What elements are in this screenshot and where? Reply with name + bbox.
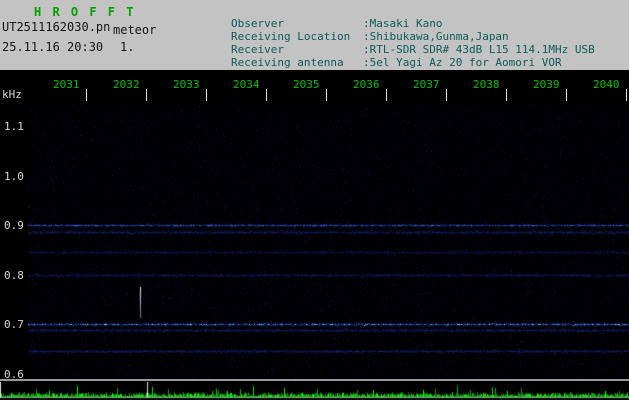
x-tick-label: 2031: [53, 78, 80, 91]
x-tick-mark: [266, 89, 267, 101]
x-tick-mark: [626, 89, 627, 101]
x-tick-label: 2032: [113, 78, 140, 91]
header: H R O F F T UT2511162030.pn meteor 25.11…: [0, 0, 629, 70]
x-tick-label: 2034: [233, 78, 260, 91]
x-tick-label: 2037: [413, 78, 440, 91]
x-tick-label: 2040: [593, 78, 620, 91]
spectrogram-canvas: [28, 103, 629, 379]
app-title: H R O F F T: [34, 5, 136, 19]
x-tick-label: 2038: [473, 78, 500, 91]
y-tick-label: 0.7: [4, 318, 24, 331]
x-tick-label: 2039: [533, 78, 560, 91]
x-tick-mark: [446, 89, 447, 101]
y-tick-label: 0.8: [4, 268, 24, 282]
field-value: :Shibukawa,Gunma,Japan: [362, 30, 509, 43]
x-tick-label: 2035: [293, 78, 320, 91]
counter-label: 1.: [120, 40, 135, 54]
field-label: Receiving antenna: [230, 56, 344, 69]
x-axis-labels: 2031 2032 2033 2034 2035 2036 2037 2038 2039 2040: [0, 78, 629, 104]
field-label: Receiving Location: [230, 30, 351, 43]
field-row: Observer :Masaki Kano: [178, 4, 595, 30]
power-strip-canvas: [0, 382, 629, 400]
y-tick-label: 1.1: [4, 120, 24, 133]
meteor-label: meteor: [113, 23, 157, 37]
hrofft-window: H R O F F T UT2511162030.pn meteor 25.11…: [0, 0, 629, 400]
x-tick-label: 2033: [173, 78, 200, 91]
y-tick-label: 1.0: [4, 169, 24, 183]
field-value: :5el Yagi Az 20 for Aomori VOR: [362, 56, 562, 69]
x-tick-label: 2036: [353, 78, 380, 91]
x-tick-mark: [146, 89, 147, 101]
field-label: Receiver: [230, 43, 284, 56]
x-tick-mark: [386, 89, 387, 101]
separator-line: [0, 379, 629, 381]
x-tick-mark: [86, 89, 87, 101]
x-tick-mark: [206, 89, 207, 101]
field-value: :Masaki Kano: [362, 17, 443, 30]
y-axis-labels: 1.1 1.0 0.9 0.8 0.7 0.6: [0, 0, 28, 400]
y-tick-label: 0.9: [4, 219, 24, 232]
x-tick-mark: [566, 89, 567, 101]
field-value: :RTL-SDR SDR# 43dB L15 114.1MHz USB: [362, 43, 595, 56]
x-tick-mark: [506, 89, 507, 101]
metadata-table: Observer :Masaki Kano Receiving Location:…: [178, 4, 595, 69]
field-label: Observer: [230, 17, 284, 30]
x-tick-mark: [326, 89, 327, 101]
